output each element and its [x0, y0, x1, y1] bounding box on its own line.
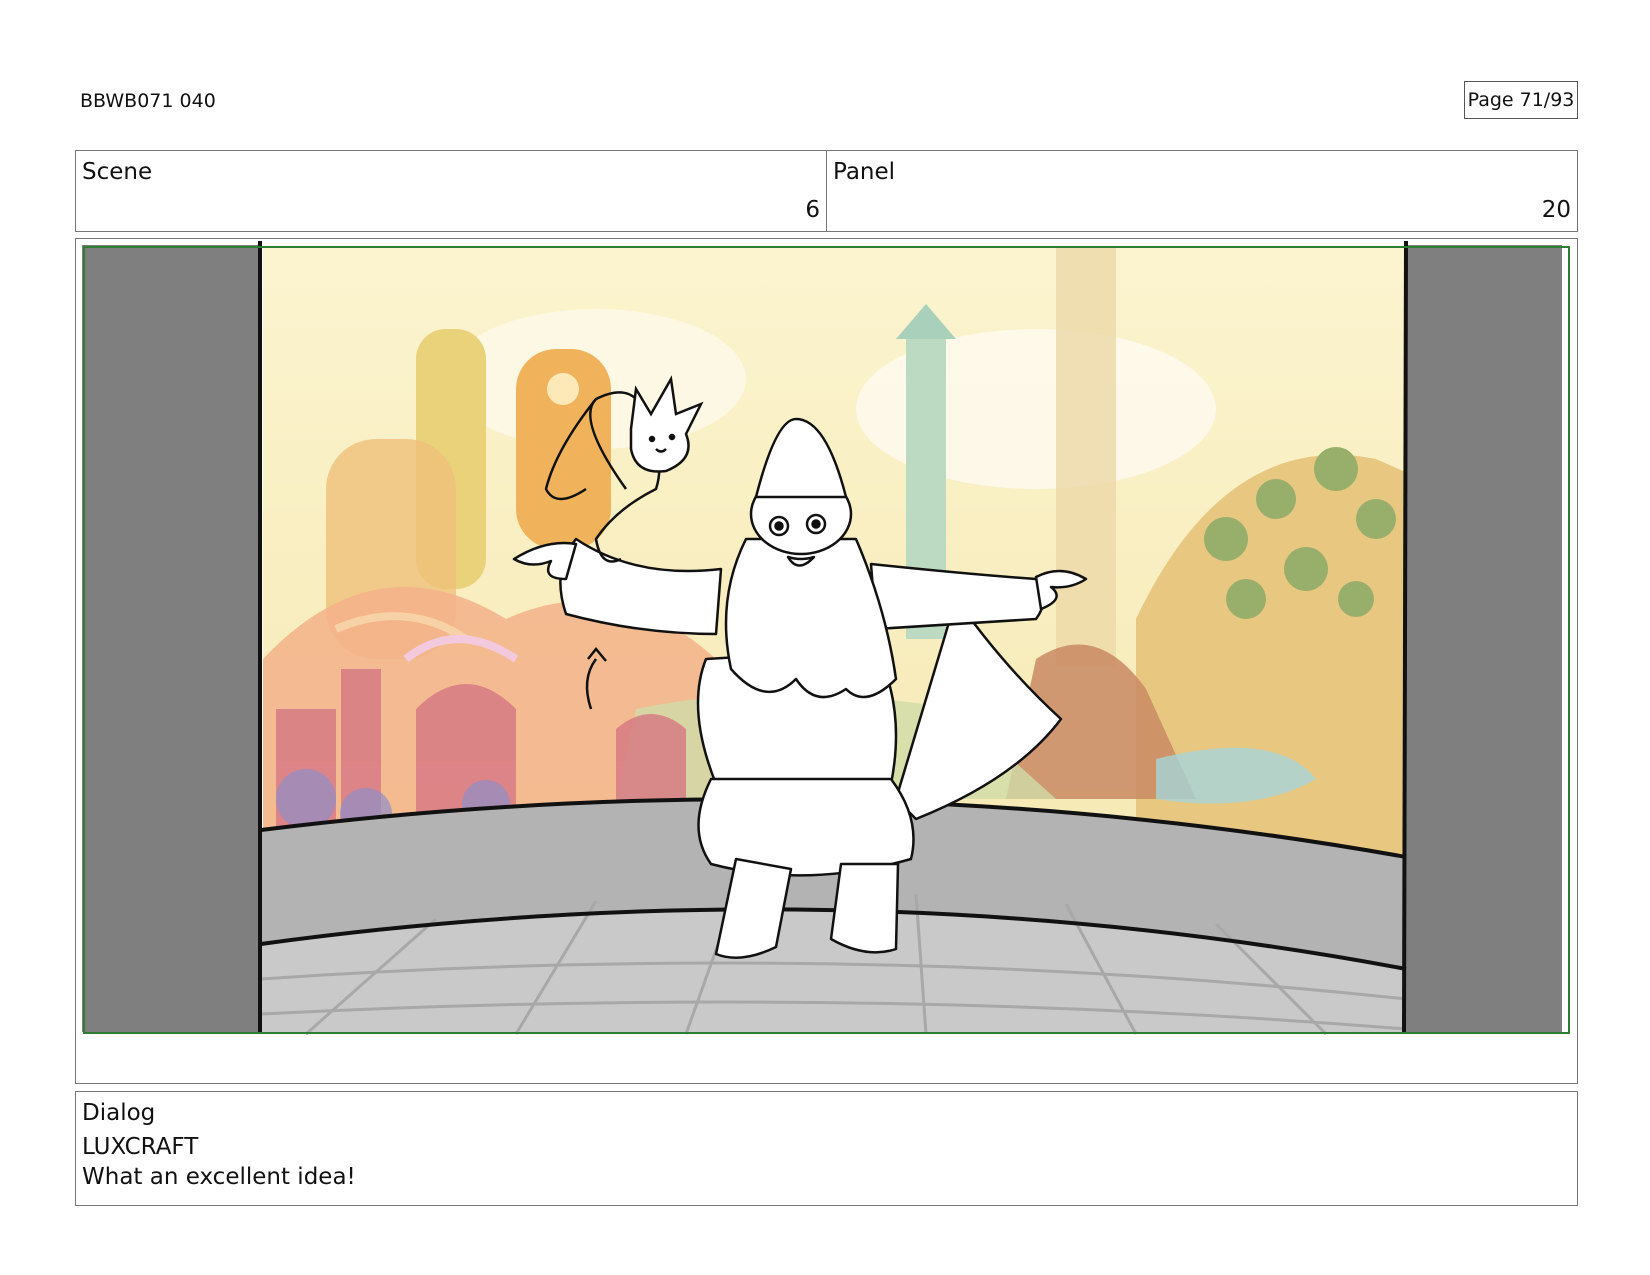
panel-number: 20 [1541, 197, 1571, 223]
dialog-box: Dialog LUXCRAFT What an excellent idea! [75, 1091, 1578, 1206]
dialog-label: Dialog [82, 1100, 156, 1126]
storyboard-drawing [82, 240, 1570, 1036]
panel-label: Panel [833, 159, 896, 185]
document-id: BBWB071 040 [80, 90, 216, 112]
scene-label: Scene [82, 159, 153, 185]
storyboard-frame [75, 238, 1578, 1084]
scene-panel-header: Scene 6 Panel 20 [75, 150, 1578, 232]
right-matte [1404, 245, 1562, 1032]
scene-number: 6 [805, 197, 820, 223]
dialog-character: LUXCRAFT [82, 1134, 199, 1160]
left-matte [82, 245, 260, 1032]
page-number: Page 71/93 [1464, 81, 1578, 119]
dialog-line: What an excellent idea! [82, 1164, 356, 1190]
scene-cell: Scene 6 [76, 151, 826, 231]
panel-cell: Panel 20 [826, 151, 1577, 231]
